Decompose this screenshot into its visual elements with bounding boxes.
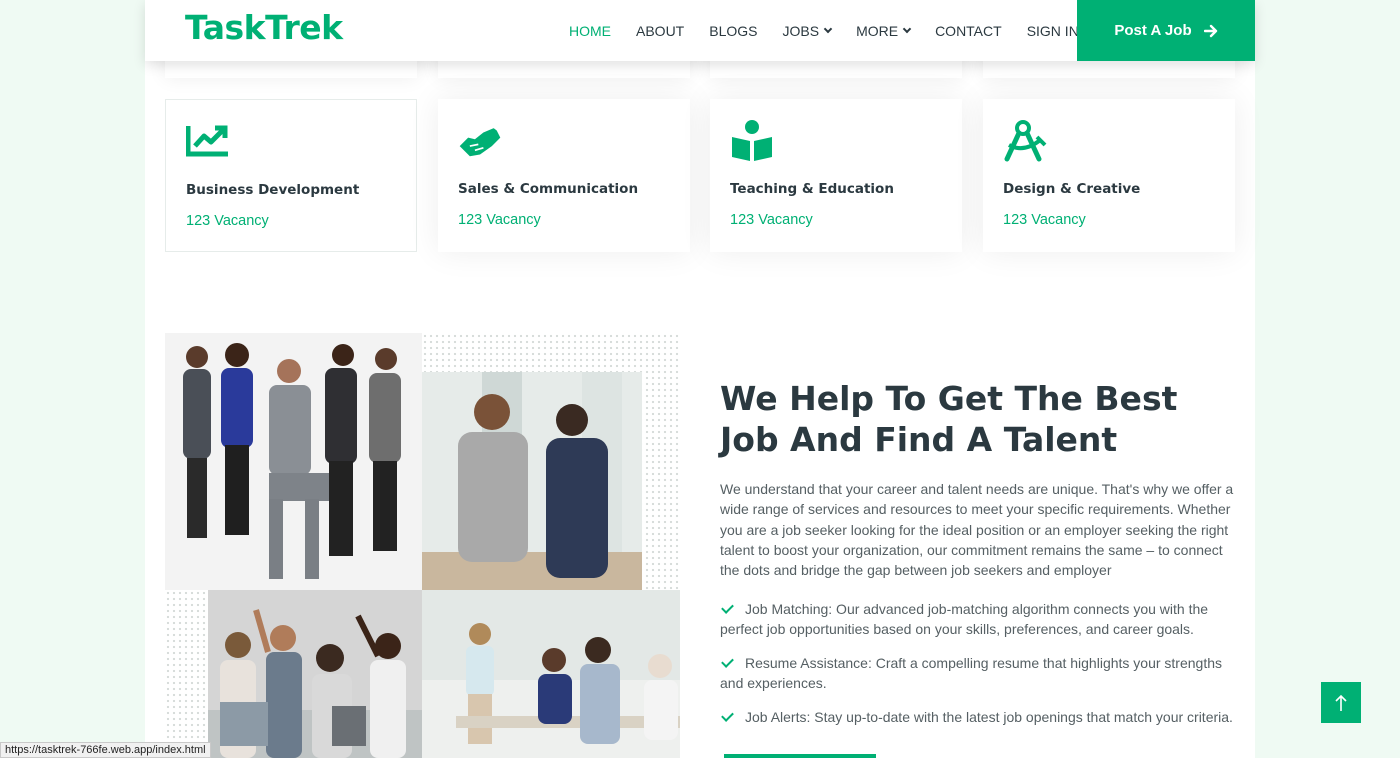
chevron-down-icon (823, 24, 833, 33)
category-title: Teaching & Education (730, 181, 894, 197)
category-vacancy: 123 Vacancy (458, 212, 541, 228)
drafting-compass-icon (1004, 120, 1047, 162)
nav-blogs[interactable]: BLOGS (709, 23, 757, 39)
post-job-button[interactable]: Post A Job (1077, 0, 1255, 61)
meeting-photo (422, 590, 680, 758)
category-card[interactable]: Teaching & Education 123 Vacancy (710, 99, 962, 252)
nav-sign-in-label: SIGN IN (1026, 22, 1079, 39)
chart-line-icon (186, 125, 228, 157)
navbar: TaskTrek HOME ABOUT BLOGS JOBS MORE CONT… (145, 0, 1255, 61)
nav-more[interactable]: MORE (856, 22, 912, 39)
status-bar-url: https://tasktrek-766fe.web.app/index.htm… (0, 742, 211, 758)
handshake-photo (422, 372, 642, 590)
about-description: We understand that your career and talen… (720, 481, 1234, 579)
arrow-up-icon (1335, 694, 1347, 711)
check-icon (721, 601, 734, 614)
nav-about[interactable]: ABOUT (636, 23, 684, 39)
about-cta-button[interactable] (724, 754, 876, 758)
about-heading: We Help To Get The Best Job And Find A T… (720, 379, 1178, 459)
category-card[interactable]: Design & Creative 123 Vacancy (983, 99, 1235, 252)
nav-jobs-label: JOBS (782, 22, 820, 39)
nav-home-label: HOME (569, 22, 611, 39)
category-card[interactable]: Business Development 123 Vacancy (165, 99, 417, 252)
nav-sign-in[interactable]: SIGN IN (1027, 23, 1079, 39)
book-reader-icon (732, 120, 772, 161)
nav-blogs-label: BLOGS (709, 22, 758, 39)
nav-home[interactable]: HOME (569, 23, 611, 39)
feature-item: Job Matching: Our advanced job-matching … (720, 599, 1240, 640)
category-card[interactable]: Sales & Communication 123 Vacancy (438, 99, 690, 252)
feature-text: Job Matching: Our advanced job-matching … (720, 601, 1209, 638)
back-to-top-button[interactable] (1321, 682, 1361, 723)
check-icon (721, 709, 734, 722)
dot-pattern (165, 590, 210, 758)
arrow-right-icon (1203, 24, 1217, 37)
brand-logo[interactable]: TaskTrek (185, 8, 343, 47)
nav-contact[interactable]: CONTACT (935, 23, 1002, 39)
chevron-down-icon (902, 24, 912, 33)
feature-item: Job Alerts: Stay up-to-date with the lat… (720, 707, 1240, 727)
nav-links: HOME ABOUT BLOGS JOBS MORE CONTACT SIGN … (569, 0, 1104, 61)
nav-contact-label: CONTACT (935, 22, 1002, 39)
feature-text: Resume Assistance: Craft a compelling re… (720, 655, 1223, 692)
nav-jobs[interactable]: JOBS (782, 22, 833, 39)
feature-text: Job Alerts: Stay up-to-date with the lat… (745, 709, 1233, 725)
handshake-icon (459, 124, 501, 157)
nav-about-label: ABOUT (636, 22, 685, 39)
category-title: Design & Creative (1003, 181, 1141, 197)
team-photo (165, 333, 422, 590)
category-vacancy: 123 Vacancy (730, 212, 813, 228)
feature-item: Resume Assistance: Craft a compelling re… (720, 653, 1240, 694)
check-icon (721, 655, 734, 668)
category-vacancy: 123 Vacancy (186, 213, 269, 229)
nav-more-label: MORE (856, 22, 899, 39)
celebration-photo (208, 590, 422, 758)
category-title: Sales & Communication (458, 181, 639, 197)
category-vacancy: 123 Vacancy (1003, 212, 1086, 228)
post-job-label: Post A Job (1114, 22, 1192, 39)
category-title: Business Development (186, 182, 360, 198)
